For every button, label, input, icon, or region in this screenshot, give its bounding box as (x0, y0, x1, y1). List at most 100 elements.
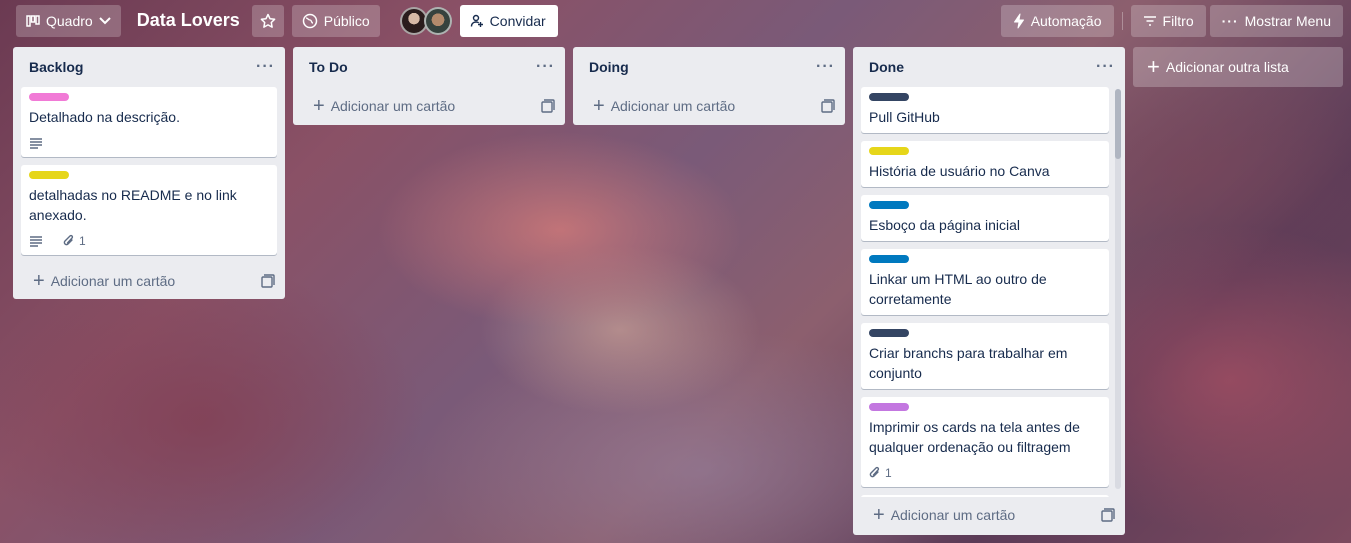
plus-icon: + (33, 270, 45, 292)
more-icon: ··· (1221, 12, 1239, 29)
add-card-label: Adicionar um cartão (330, 98, 456, 114)
list-header[interactable]: To Do ··· (293, 47, 565, 87)
list-header[interactable]: Backlog ··· (13, 47, 285, 87)
card-title: História de usuário no Canva (869, 163, 1050, 179)
list-title[interactable]: Backlog (29, 59, 83, 75)
template-icon[interactable] (541, 99, 555, 113)
plus-icon: + (873, 504, 885, 526)
members (399, 6, 452, 35)
template-icon[interactable] (261, 274, 275, 288)
add-card-left: + Adicionar um cartão (873, 504, 1016, 526)
avatar[interactable] (423, 6, 452, 35)
card[interactable]: Esboço da página inicial (861, 195, 1109, 241)
template-icon[interactable] (821, 99, 835, 113)
card-label[interactable] (869, 255, 909, 263)
scrollbar-thumb[interactable] (1115, 89, 1121, 159)
add-card-button[interactable]: + Adicionar um cartão (293, 87, 565, 125)
add-card-left: + Adicionar um cartão (33, 270, 176, 292)
header-divider (1121, 11, 1123, 30)
attachment-count: 1 (885, 466, 892, 480)
card[interactable]: Linkar um HTML ao outro de corretamente (861, 249, 1109, 315)
card-badges: 1 (869, 461, 1101, 485)
attachment-badge: 1 (63, 234, 86, 248)
board-view-switcher[interactable]: Quadro (16, 4, 121, 37)
template-icon[interactable] (1101, 508, 1115, 522)
card-title: Esboço da página inicial (869, 217, 1020, 233)
list-done: Done ··· Pull GitHub História de usuário… (853, 47, 1125, 535)
card-title: Imprimir os cards na tela antes de qualq… (869, 419, 1080, 455)
automation-label: Automação (1030, 12, 1102, 29)
card[interactable]: Criar branchs para trabalhar em conjunto (861, 323, 1109, 389)
add-card-button[interactable]: + Adicionar um cartão (13, 263, 285, 299)
plus-icon: + (1147, 54, 1160, 79)
card-title: Linkar um HTML ao outro de corretamente (869, 271, 1047, 307)
plus-icon: + (313, 95, 325, 117)
add-card-button[interactable]: + Adicionar um cartão (853, 497, 1125, 533)
card-label[interactable] (29, 171, 69, 179)
list-title[interactable]: To Do (309, 59, 348, 75)
add-person-icon (470, 14, 483, 27)
cards-container[interactable]: Pull GitHub História de usuário no Canva… (853, 87, 1125, 497)
list-header[interactable]: Done ··· (853, 47, 1125, 87)
invite-button[interactable]: Convidar (459, 4, 558, 37)
filter-icon (1143, 15, 1156, 26)
card[interactable]: Detalhado na descrição. (21, 87, 277, 157)
card-label[interactable] (869, 329, 909, 337)
list-title[interactable]: Done (869, 59, 904, 75)
paperclip-icon (869, 466, 880, 478)
card[interactable]: Imprimir os cards na tela antes de qualq… (861, 397, 1109, 487)
plus-icon: + (593, 95, 605, 117)
show-menu-label: Mostrar Menu (1244, 12, 1331, 29)
list-menu-icon[interactable]: ··· (256, 58, 275, 76)
list-todo: To Do ··· + Adicionar um cartão (293, 47, 565, 125)
list-backlog: Backlog ··· Detalhado na descrição. deta… (13, 47, 285, 299)
add-list-button[interactable]: + Adicionar outra lista (1133, 47, 1343, 87)
attachment-count: 1 (79, 234, 86, 248)
add-card-button[interactable]: + Adicionar um cartão (573, 87, 845, 125)
card-badges: 1 (29, 229, 269, 253)
list-menu-icon[interactable]: ··· (536, 58, 555, 76)
add-card-label: Adicionar um cartão (610, 98, 736, 114)
card-label[interactable] (869, 147, 909, 155)
card-badges (29, 131, 269, 155)
star-icon (260, 13, 276, 28)
lightning-icon (1013, 13, 1024, 28)
card-label[interactable] (869, 201, 909, 209)
card-title: Detalhado na descrição. (29, 109, 180, 125)
chevron-down-icon (98, 16, 111, 24)
list-menu-icon[interactable]: ··· (816, 58, 835, 76)
scrollbar[interactable] (1115, 89, 1121, 489)
card[interactable]: História de usuário no Canva (861, 141, 1109, 187)
list-header[interactable]: Doing ··· (573, 47, 845, 87)
card[interactable]: Pull GitHub (861, 87, 1109, 133)
card-title: Criar branchs para trabalhar em conjunto (869, 345, 1068, 381)
attachment-badge: 1 (869, 466, 892, 480)
automation-button[interactable]: Automação (1000, 4, 1114, 37)
filter-label: Filtro (1162, 12, 1194, 29)
description-icon (30, 236, 42, 247)
card-label[interactable] (869, 93, 909, 101)
add-card-label: Adicionar um cartão (50, 273, 176, 289)
list-doing: Doing ··· + Adicionar um cartão (573, 47, 845, 125)
card-label[interactable] (869, 403, 909, 411)
board-title[interactable]: Data Lovers (121, 10, 252, 31)
list-title[interactable]: Doing (589, 59, 629, 75)
list-menu-icon[interactable]: ··· (1096, 58, 1115, 76)
add-list-label: Adicionar outra lista (1165, 59, 1289, 75)
star-button[interactable] (251, 4, 284, 37)
add-card-label: Adicionar um cartão (890, 507, 1016, 523)
add-card-left: + Adicionar um cartão (593, 95, 736, 117)
card-label[interactable] (29, 93, 69, 101)
visibility-button[interactable]: Público (291, 4, 380, 37)
board-header: Quadro Data Lovers Público Convidar Auto… (0, 0, 1351, 38)
show-menu-button[interactable]: ··· Mostrar Menu (1209, 4, 1343, 37)
invite-label: Convidar (489, 12, 546, 29)
paperclip-icon (63, 234, 74, 246)
board-icon (26, 14, 40, 27)
card[interactable]: detalhadas no README e no link anexado. … (21, 165, 277, 255)
filter-button[interactable]: Filtro (1130, 4, 1206, 37)
add-card-left: + Adicionar um cartão (313, 95, 456, 117)
description-icon (30, 138, 42, 149)
board-view-label: Quadro (46, 12, 93, 29)
card-title: Pull GitHub (869, 109, 940, 125)
